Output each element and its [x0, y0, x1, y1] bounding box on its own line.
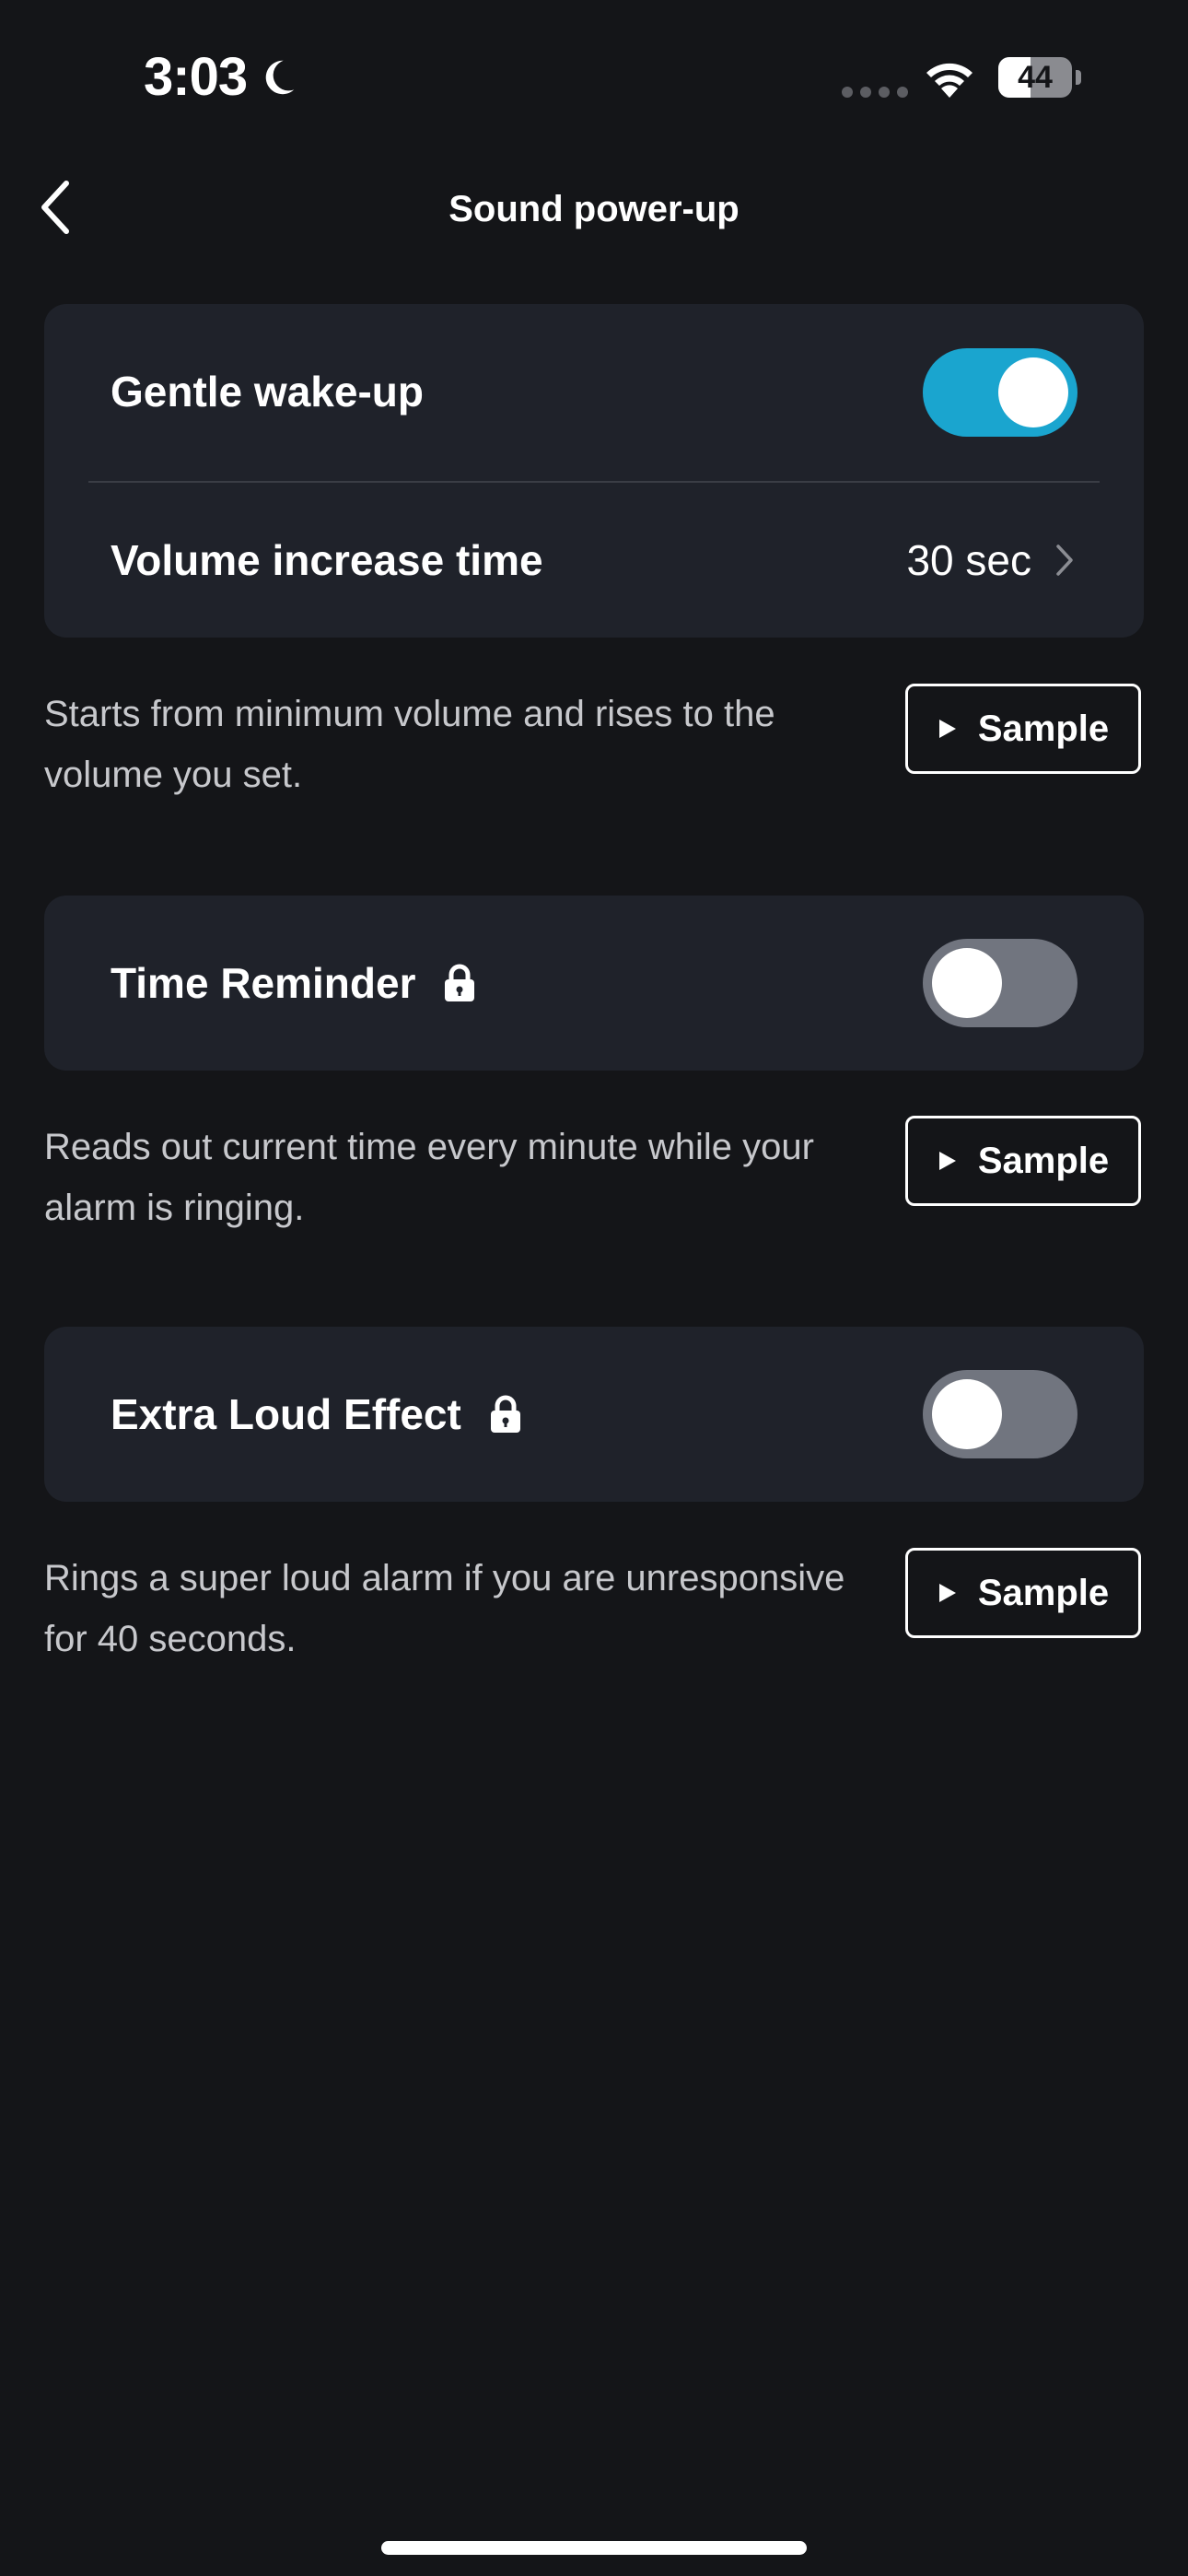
sample-label: Sample	[977, 1140, 1110, 1181]
status-bar-time: 3:03	[144, 46, 298, 108]
play-icon	[938, 1152, 956, 1170]
gentle-wakeup-card: Gentle wake-up Volume increase time 30 s…	[44, 304, 1144, 638]
time-reminder-description: Reads out current time every minute whil…	[44, 1127, 814, 1228]
gentle-wakeup-row: Gentle wake-up	[44, 304, 1144, 479]
battery-level-text: 44	[1018, 59, 1053, 95]
extra-loud-toggle[interactable]	[923, 1370, 1077, 1458]
extra-loud-label-group: Extra Loud Effect	[111, 1389, 524, 1439]
sample-label: Sample	[977, 708, 1110, 749]
battery-indicator: 44	[998, 57, 1081, 98]
time-reminder-card: Time Reminder	[44, 896, 1144, 1071]
extra-loud-sample-button[interactable]: Sample	[905, 1548, 1141, 1638]
time-reminder-label: Time Reminder	[111, 959, 416, 1007]
clock-text: 3:03	[144, 47, 248, 107]
gentle-wakeup-label: Gentle wake-up	[111, 368, 424, 416]
extra-loud-description: Rings a super loud alarm if you are unre…	[44, 1558, 845, 1659]
lock-icon	[490, 1395, 520, 1433]
home-indicator[interactable]	[381, 2541, 807, 2555]
toggle-knob	[998, 357, 1068, 427]
toggle-knob	[932, 1379, 1002, 1449]
chevron-right-icon	[1056, 544, 1073, 576]
cellular-signal-icon	[842, 87, 908, 98]
gentle-wakeup-description: Starts from minimum volume and rises to …	[44, 694, 775, 795]
page-title: Sound power-up	[448, 189, 740, 229]
toggle-knob	[932, 948, 1002, 1018]
volume-increase-time-value: 30 sec	[906, 536, 1031, 584]
gentle-wakeup-toggle[interactable]	[923, 348, 1077, 437]
extra-loud-card: Extra Loud Effect	[44, 1327, 1144, 1502]
time-reminder-label-group: Time Reminder	[111, 958, 478, 1008]
lock-icon	[445, 964, 475, 1001]
extra-loud-row: Extra Loud Effect	[44, 1327, 1144, 1502]
play-icon	[938, 720, 956, 738]
moon-icon	[265, 60, 295, 94]
extra-loud-label: Extra Loud Effect	[111, 1390, 461, 1438]
volume-increase-time-row[interactable]: Volume increase time 30 sec	[44, 483, 1144, 638]
time-reminder-toggle[interactable]	[923, 939, 1077, 1027]
time-reminder-row: Time Reminder	[44, 896, 1144, 1071]
wifi-icon	[926, 63, 973, 98]
gentle-wakeup-sample-button[interactable]: Sample	[905, 684, 1141, 774]
volume-increase-time-label: Volume increase time	[111, 536, 543, 584]
time-reminder-sample-button[interactable]: Sample	[905, 1116, 1141, 1206]
play-icon	[938, 1584, 956, 1602]
volume-increase-time-value-group[interactable]: 30 sec	[906, 535, 1074, 585]
sample-label: Sample	[977, 1572, 1110, 1613]
